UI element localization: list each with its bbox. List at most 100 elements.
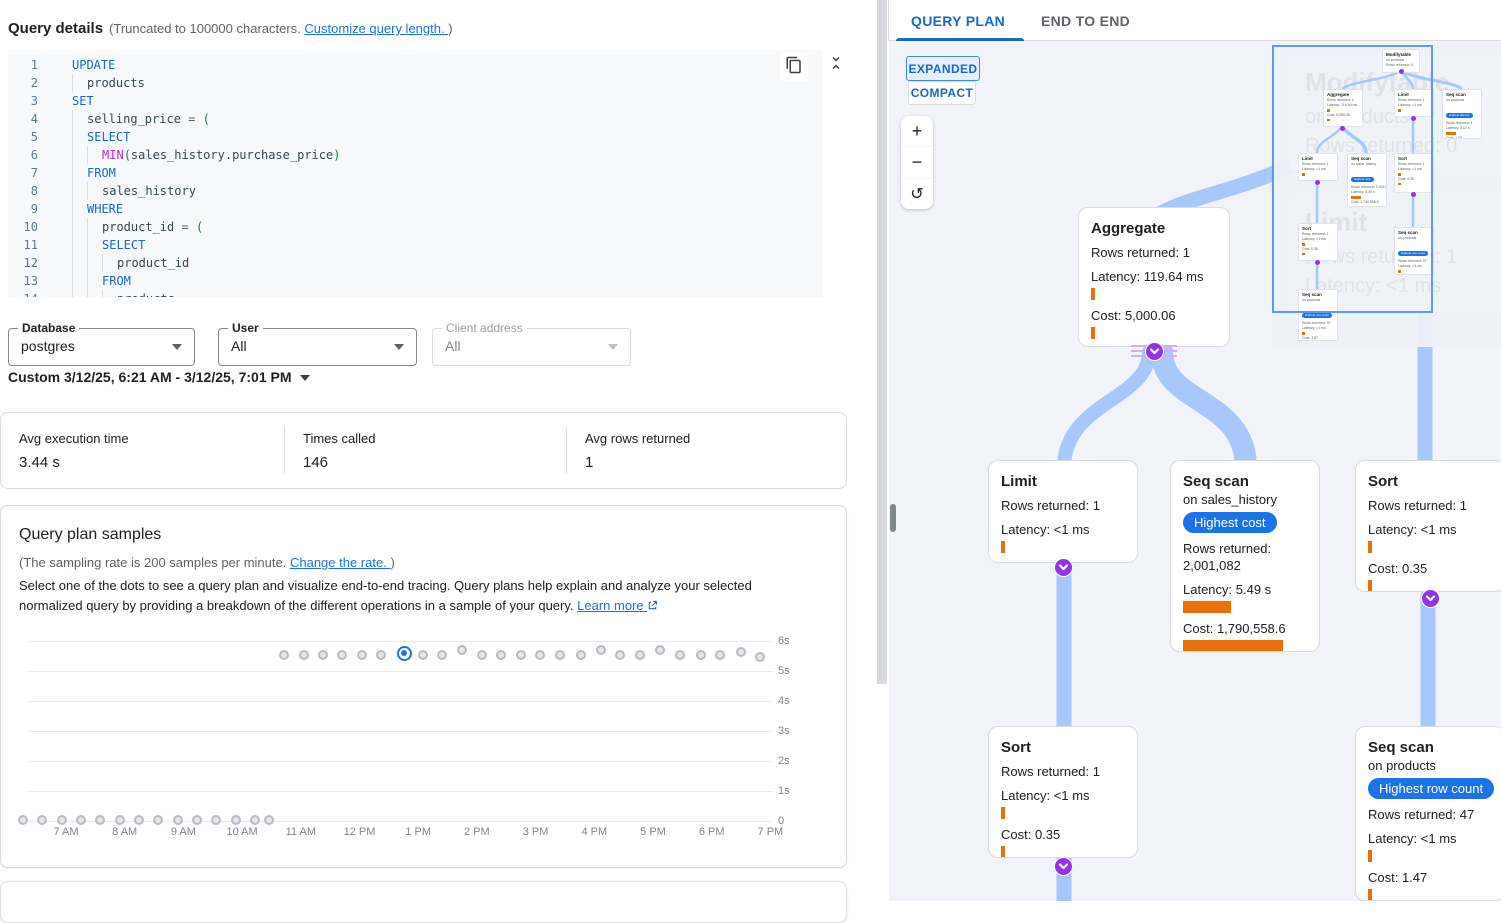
sample-dot[interactable] [457,645,467,655]
tab-end-to-end[interactable]: END TO END [1041,13,1130,29]
plan-node-title: Limit [1001,473,1125,490]
sample-dot[interactable] [337,650,347,660]
expanded-button[interactable]: EXPANDED [906,56,980,81]
sample-dot[interactable] [477,650,487,660]
left-panel-scrollbar[interactable] [877,0,887,684]
plan-node-title: Aggregate [1091,220,1217,237]
compact-button[interactable]: COMPACT [908,81,976,105]
y-axis-label: 6s [778,635,790,647]
sample-dot[interactable] [134,815,144,825]
sample-dot[interactable] [357,650,367,660]
sample-dot[interactable] [596,645,606,655]
sample-dot[interactable] [736,647,746,657]
minimap-viewport[interactable] [1272,45,1433,313]
plan-node-badge: Highest cost [1183,512,1277,533]
plan-minimap[interactable]: Modifytableon productsRows returned: 0Ag… [1272,45,1501,347]
panel-resize-handle[interactable] [890,504,896,532]
sample-dot[interactable] [655,645,665,655]
plan-node-sort-bottom[interactable]: SortRows returned: 1Latency: <1 msCost: … [988,726,1138,858]
zoom-out-button[interactable]: − [901,146,933,177]
sample-dot[interactable] [376,650,386,660]
customize-query-length-link[interactable]: Customize query length. [304,21,448,36]
chart-gridline [29,791,773,792]
sample-dot[interactable] [76,815,86,825]
y-axis-label: 2s [778,755,790,767]
x-axis-label: 10 AM [227,826,258,838]
sample-dot[interactable] [250,815,260,825]
sample-dot[interactable] [279,650,289,660]
x-axis-label: 4 PM [581,826,607,838]
code-token: = [174,220,196,234]
database-select[interactable]: Database postgres [8,328,195,366]
sample-dot[interactable] [318,650,328,660]
code-line: 5SELECT [8,128,823,146]
collapse-code-button[interactable] [824,53,848,77]
sample-dot[interactable] [57,815,67,825]
sample-dot[interactable] [37,815,47,825]
sample-dot[interactable] [437,650,447,660]
collapse-node-button[interactable] [1054,857,1073,876]
minimap-node-line: on products [1446,98,1478,103]
sample-dot[interactable] [173,815,183,825]
copy-code-button[interactable] [780,53,808,81]
code-token: WHERE [87,202,123,216]
plan-node-title: Sort [1001,739,1125,756]
code-token: sales_history [102,184,196,198]
plan-node-sort-right[interactable]: SortRows returned: 1Latency: <1 msCost: … [1355,460,1501,592]
query-insights-page: { "left": { "title": "Query details", "t… [0,0,1501,901]
stat-value: 1 [585,454,690,471]
sample-dot[interactable] [576,650,586,660]
sample-dot[interactable] [555,650,565,660]
line-number: 14 [8,292,38,297]
sample-dot[interactable] [516,650,526,660]
plan-node-seq-scan-products[interactable]: Seq scanon productsHighest row countRows… [1355,726,1501,901]
code-token: ( [196,220,203,234]
line-number: 12 [8,256,38,270]
sample-dot[interactable] [299,650,309,660]
sample-dot[interactable] [755,652,765,662]
zoom-in-button[interactable]: + [901,116,933,146]
date-range-picker[interactable]: Custom 3/12/25, 6:21 AM - 3/12/25, 7:01 … [8,369,310,385]
sample-dot[interactable] [192,815,202,825]
sample-dot[interactable] [211,815,221,825]
plan-node-aggregate[interactable]: AggregateRows returned: 1Latency: 119.64… [1078,207,1230,347]
sample-dot[interactable] [535,650,545,660]
cost-latency-bar [1001,807,1005,819]
zoom-reset-button[interactable]: ↺ [901,178,933,209]
sample-dot[interactable] [696,650,706,660]
cost-latency-bar [1183,601,1231,613]
sql-code-lines: 1UPDATE2products3SET4selling_price = (5S… [8,56,823,297]
user-select[interactable]: User All [218,328,417,366]
indent-guide [72,146,87,164]
code-line: 13FROM [8,272,823,290]
sample-dot[interactable] [675,650,685,660]
plan-node-badge: Highest row count [1368,778,1494,799]
sample-dot[interactable] [635,650,645,660]
tab-query-plan[interactable]: QUERY PLAN [911,13,1005,29]
chart-gridline [29,761,773,762]
sample-dot[interactable] [95,815,105,825]
plan-node-seq-scan-sales-history[interactable]: Seq scanon sales_historyHighest costRows… [1170,460,1320,652]
sample-dot[interactable] [715,650,725,660]
page-title: Query details [8,20,103,37]
code-token: = [181,112,203,126]
collapse-node-button[interactable] [1145,342,1164,361]
sql-code-block[interactable]: 1UPDATE2products3SET4selling_price = (5S… [8,50,823,297]
collapse-node-button[interactable] [1054,558,1073,577]
user-select-label: User [228,321,263,335]
query-details-header: Query details(Truncated to 100000 charac… [8,20,453,37]
sample-dot[interactable] [418,650,428,660]
active-tab-indicator [896,38,1024,41]
sample-dot[interactable] [496,650,506,660]
code-line: 3SET [8,92,823,110]
collapse-node-button[interactable] [1421,589,1440,608]
sample-dot[interactable] [264,815,274,825]
sample-dot[interactable] [615,650,625,660]
sample-dot[interactable] [18,815,28,825]
sample-dot[interactable] [153,815,163,825]
sample-dot[interactable] [115,815,125,825]
sample-dot-selected[interactable] [397,646,412,661]
plan-node-limit[interactable]: LimitRows returned: 1Latency: <1 ms [988,460,1138,563]
y-axis-label: 4s [778,695,790,707]
sample-dot[interactable] [231,815,241,825]
